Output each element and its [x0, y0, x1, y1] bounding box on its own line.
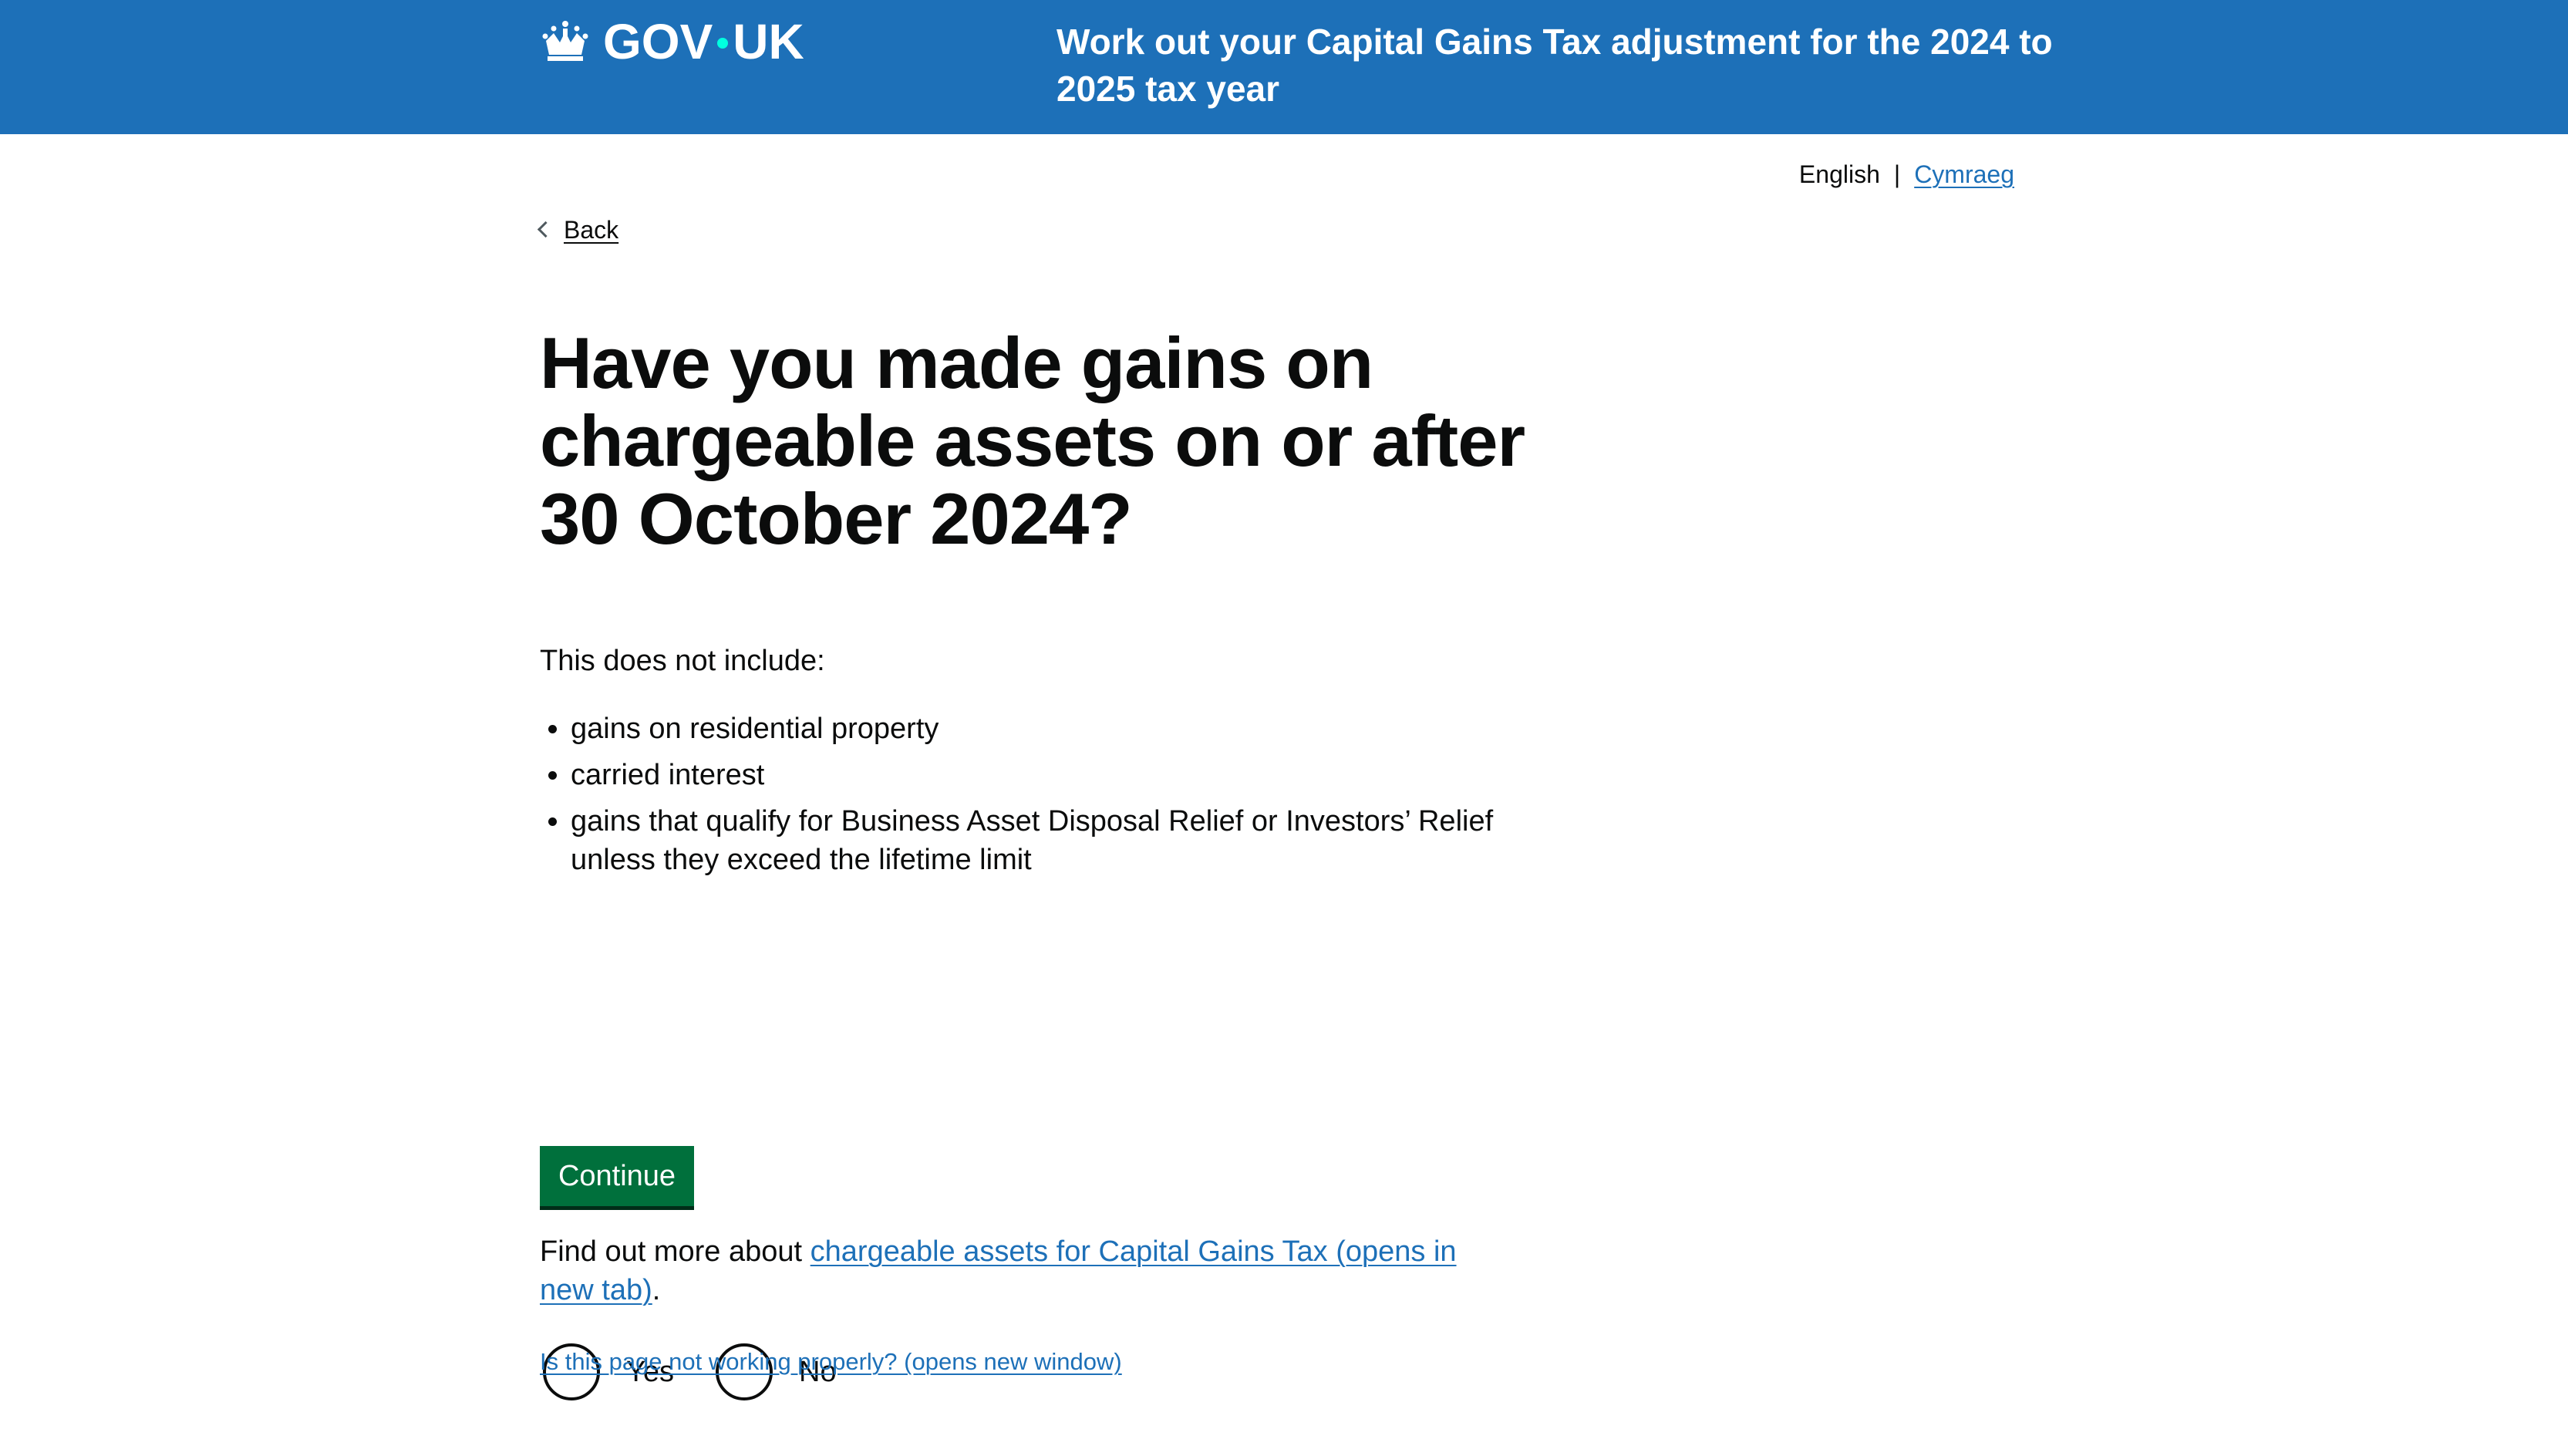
- report-problem-link[interactable]: Is this page not working properly? (open…: [540, 1346, 1122, 1377]
- site-header: GOV UK Work out your Capital Gains Tax a…: [0, 0, 2568, 134]
- language-cymraeg-link[interactable]: Cymraeg: [1914, 159, 2014, 190]
- main-content: Have you made gains on chargeable assets…: [540, 322, 1535, 1400]
- chevron-left-icon: [537, 221, 554, 238]
- list-item: gains on residential property: [571, 709, 1535, 748]
- logo-text-gov: GOV: [603, 14, 713, 69]
- back-link-label: Back: [564, 216, 619, 244]
- back-link[interactable]: Back: [537, 214, 619, 245]
- logo-dot: [717, 38, 729, 49]
- language-current: English: [1798, 160, 1880, 188]
- crown-icon: [542, 21, 588, 61]
- service-name-link[interactable]: Work out your Capital Gains Tax adjustme…: [1057, 19, 2059, 113]
- language-separator: |: [1893, 160, 1901, 188]
- logo-text: GOV UK: [603, 17, 804, 66]
- list-item: carried interest: [571, 756, 1535, 794]
- find-out-more: Find out more about chargeable assets fo…: [540, 1232, 1511, 1309]
- continue-button[interactable]: Continue: [540, 1146, 694, 1206]
- logo-text-uk: UK: [733, 14, 804, 69]
- govuk-logo-link[interactable]: GOV UK: [540, 11, 804, 72]
- find-out-more-prefix: Find out more about: [540, 1235, 811, 1268]
- exclusions-list: gains on residential property carried in…: [540, 709, 1535, 887]
- list-item: gains that qualify for Business Asset Di…: [571, 802, 1535, 879]
- hint-intro: This does not include:: [540, 645, 825, 677]
- language-toggle: English | Cymraeg: [1799, 159, 2014, 190]
- page-title: Have you made gains on chargeable assets…: [540, 322, 1525, 559]
- find-out-more-suffix: .: [652, 1274, 661, 1306]
